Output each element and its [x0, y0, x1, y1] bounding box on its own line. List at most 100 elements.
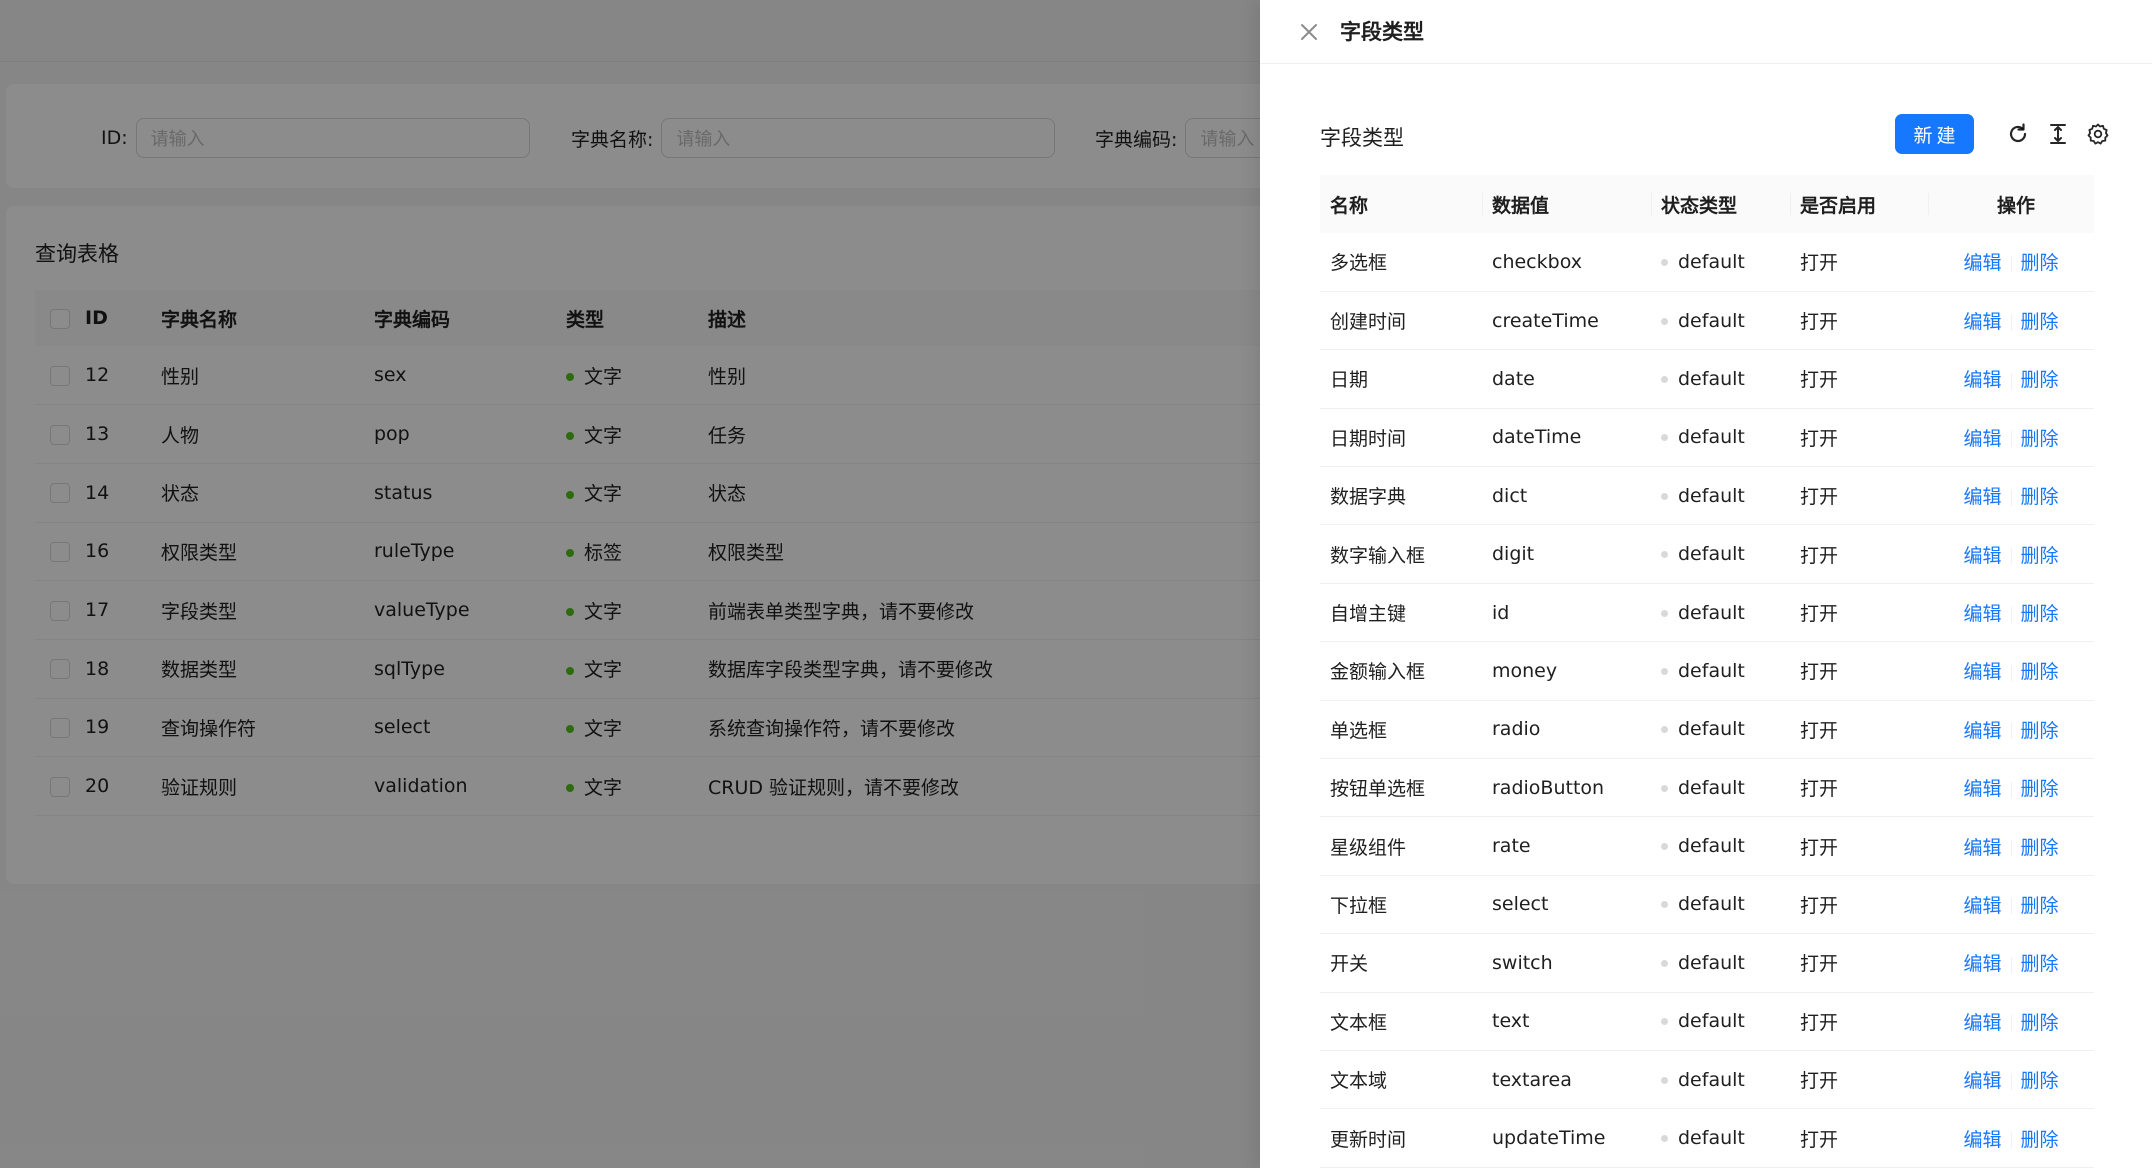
edit-link[interactable]: 编辑 [1963, 1012, 2001, 1034]
delete-link[interactable]: 删除 [2021, 720, 2059, 742]
action-divider [2010, 664, 2012, 681]
status-dot [1661, 375, 1668, 383]
status-dot [1661, 1018, 1668, 1026]
cell-value: radio [1482, 700, 1651, 760]
status-label: default [1678, 250, 1745, 273]
delete-link[interactable]: 删除 [2021, 1129, 2059, 1151]
delete-link[interactable]: 删除 [2021, 252, 2059, 274]
edit-link[interactable]: 编辑 [1963, 428, 2001, 450]
cell-value: rate [1482, 816, 1651, 876]
setting-icon[interactable] [2086, 122, 2110, 146]
status-dot [1661, 843, 1668, 851]
action-divider [2010, 431, 2012, 448]
edit-link[interactable]: 编辑 [1963, 369, 2001, 391]
status-label: default [1678, 1068, 1745, 1091]
new-button[interactable]: 新建 [1895, 114, 1974, 154]
cell-enabled: 打开 [1790, 583, 1928, 643]
cell-value: date [1482, 349, 1651, 409]
cell-name: 更新时间 [1320, 1108, 1482, 1168]
cell-actions: 编辑 删除 [1928, 992, 2094, 1051]
cell-enabled: 打开 [1790, 466, 1928, 526]
status-dot [1661, 258, 1668, 266]
field-type-table: 名称 数据值 状态类型 是否启用 操作 多选框 checkbox default 打开… [1320, 175, 2094, 1168]
table-row: 金额输入框 money default 打开 编辑 删除 [1320, 641, 2094, 701]
delete-link[interactable]: 删除 [2021, 603, 2059, 625]
cell-name: 创建时间 [1320, 291, 1482, 351]
delete-link[interactable]: 删除 [2021, 953, 2059, 975]
delete-link[interactable]: 删除 [2021, 545, 2059, 567]
delete-link[interactable]: 删除 [2021, 661, 2059, 683]
delete-link[interactable]: 删除 [2021, 1012, 2059, 1034]
action-divider [2010, 255, 2012, 272]
action-divider [2010, 606, 2012, 623]
edit-link[interactable]: 编辑 [1963, 252, 2001, 274]
status-dot [1661, 492, 1668, 500]
cell-actions: 编辑 删除 [1928, 816, 2094, 876]
cell-enabled: 打开 [1790, 641, 1928, 701]
delete-link[interactable]: 删除 [2021, 311, 2059, 333]
edit-link[interactable]: 编辑 [1963, 1070, 2001, 1092]
delete-link[interactable]: 删除 [2021, 895, 2059, 917]
cell-name: 按钮单选框 [1320, 758, 1482, 818]
cell-value: radioButton [1482, 758, 1651, 818]
edit-link[interactable]: 编辑 [1963, 545, 2001, 567]
edit-link[interactable]: 编辑 [1963, 778, 2001, 800]
column-height-icon[interactable] [2046, 122, 2070, 146]
cell-actions: 编辑 删除 [1928, 1108, 2094, 1168]
cell-actions: 编辑 删除 [1928, 524, 2094, 584]
edit-link[interactable]: 编辑 [1963, 1129, 2001, 1151]
cell-enabled: 打开 [1790, 408, 1928, 468]
drawer-title: 字段类型 [1340, 20, 1424, 44]
edit-link[interactable]: 编辑 [1963, 953, 2001, 975]
cell-name: 文本域 [1320, 1050, 1482, 1110]
cell-actions: 编辑 删除 [1928, 641, 2094, 701]
action-divider [2010, 723, 2012, 740]
status-label: default [1678, 659, 1745, 682]
table-row: 日期时间 dateTime default 打开 编辑 删除 [1320, 408, 2094, 468]
close-icon[interactable] [1295, 18, 1323, 46]
status-dot [1661, 959, 1668, 967]
edit-link[interactable]: 编辑 [1963, 720, 2001, 742]
edit-link[interactable]: 编辑 [1963, 486, 2001, 508]
table-row: 星级组件 rate default 打开 编辑 删除 [1320, 816, 2094, 876]
col-header-status: 状态类型 [1651, 175, 1790, 233]
delete-link[interactable]: 删除 [2021, 486, 2059, 508]
cell-status: default [1651, 349, 1790, 409]
field-type-drawer: 字段类型 字段类型 新建 名称 数据值 状态类型 是否启用 操作 多选框 che… [1260, 0, 2152, 1168]
table-header-row: 名称 数据值 状态类型 是否启用 操作 [1320, 175, 2094, 233]
table-row: 下拉框 select default 打开 编辑 删除 [1320, 875, 2094, 935]
delete-link[interactable]: 删除 [2021, 837, 2059, 859]
delete-link[interactable]: 删除 [2021, 369, 2059, 391]
status-label: default [1678, 601, 1745, 624]
table-row: 数据字典 dict default 打开 编辑 删除 [1320, 466, 2094, 526]
edit-link[interactable]: 编辑 [1963, 603, 2001, 625]
delete-link[interactable]: 删除 [2021, 1070, 2059, 1092]
cell-status: default [1651, 524, 1790, 584]
cell-value: dateTime [1482, 408, 1651, 468]
edit-link[interactable]: 编辑 [1963, 311, 2001, 333]
edit-link[interactable]: 编辑 [1963, 837, 2001, 859]
cell-name: 金额输入框 [1320, 641, 1482, 701]
reload-icon[interactable] [2006, 122, 2030, 146]
cell-status: default [1651, 1108, 1790, 1168]
action-divider [2010, 489, 2012, 506]
cell-name: 多选框 [1320, 233, 1482, 292]
cell-status: default [1651, 700, 1790, 760]
action-divider [2010, 1132, 2012, 1149]
delete-link[interactable]: 删除 [2021, 428, 2059, 450]
status-label: default [1678, 1127, 1745, 1150]
cell-name: 日期 [1320, 349, 1482, 409]
cell-name: 下拉框 [1320, 875, 1482, 935]
delete-link[interactable]: 删除 [2021, 778, 2059, 800]
edit-link[interactable]: 编辑 [1963, 895, 2001, 917]
cell-enabled: 打开 [1790, 233, 1928, 292]
cell-enabled: 打开 [1790, 758, 1928, 818]
edit-link[interactable]: 编辑 [1963, 661, 2001, 683]
cell-actions: 编辑 删除 [1928, 233, 2094, 292]
cell-status: default [1651, 291, 1790, 351]
table-toolbar: 字段类型 新建 [1320, 112, 2109, 156]
cell-enabled: 打开 [1790, 875, 1928, 935]
action-divider [2010, 314, 2012, 331]
cell-name: 星级组件 [1320, 816, 1482, 876]
action-divider [2010, 956, 2012, 973]
